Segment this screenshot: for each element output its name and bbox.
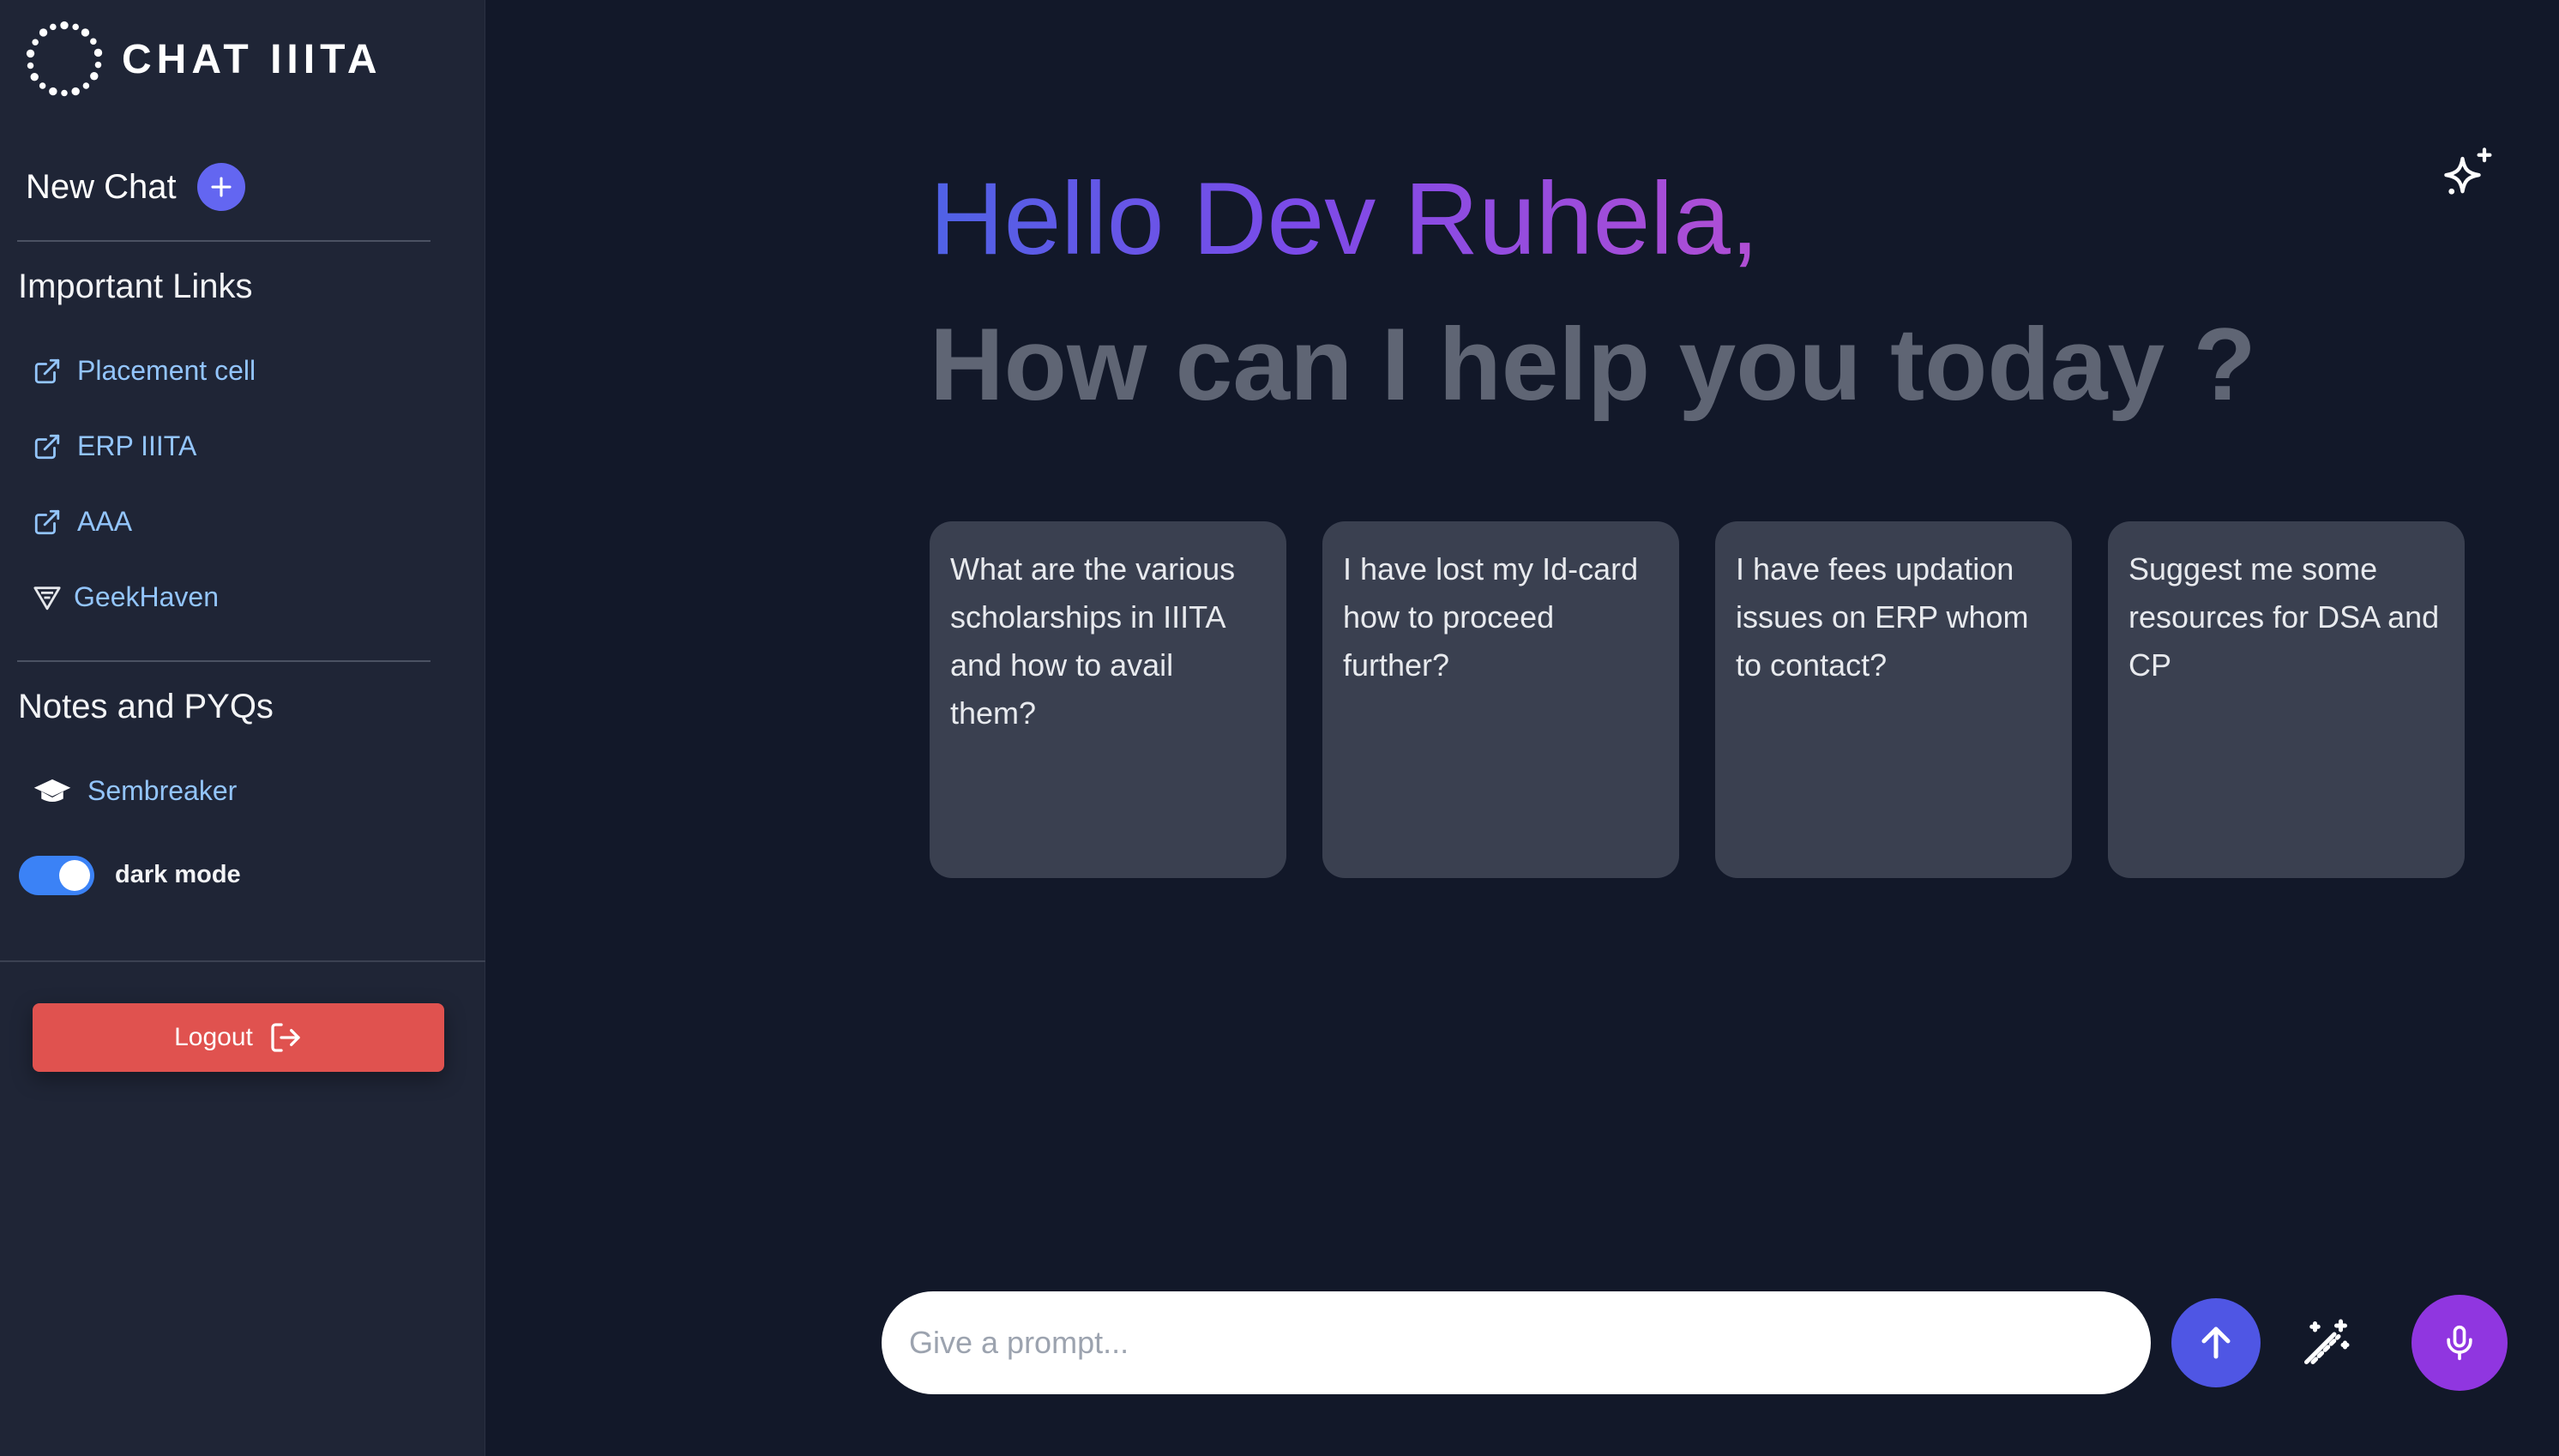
sidebar-divider [17, 660, 431, 662]
external-link-icon [34, 509, 60, 534]
mic-button[interactable] [2411, 1295, 2508, 1391]
link-placement-cell[interactable]: Placement cell [33, 355, 256, 387]
suggestion-card[interactable]: Suggest me some resources for DSA and CP [2108, 521, 2465, 878]
suggestion-text: Suggest me some resources for DSA and CP [2128, 551, 2440, 683]
plus-icon [211, 177, 232, 197]
logout-button[interactable]: Logout [33, 1003, 444, 1072]
external-link-icon [34, 358, 60, 383]
new-chat-button[interactable]: New Chat [26, 163, 245, 211]
subgreeting-heading: How can I help you today ? [930, 307, 2256, 422]
prompt-bar [882, 1291, 2151, 1394]
sidebar: CHAT IIITA New Chat Important Links Plac… [0, 0, 485, 1456]
dotted-ring-icon [26, 21, 103, 97]
suggestion-cards: What are the various scholarships in III… [930, 521, 2465, 878]
new-chat-label: New Chat [26, 167, 177, 206]
link-label: Sembreaker [87, 775, 238, 806]
microphone-icon [2447, 1325, 2472, 1361]
dark-mode-label: dark mode [115, 861, 241, 888]
dark-mode-toggle[interactable] [19, 856, 94, 895]
prompt-input[interactable] [909, 1325, 2151, 1361]
brand-logo[interactable]: CHAT IIITA [24, 19, 382, 99]
link-label: GeekHaven [74, 581, 219, 612]
sparkle-icon[interactable] [2441, 144, 2499, 202]
notes-title: Notes and PYQs [18, 688, 274, 725]
greeting-heading: Hello Dev Ruhela, [930, 161, 1760, 276]
sidebar-divider [17, 240, 431, 242]
link-erp-iiita[interactable]: ERP IIITA [33, 430, 196, 462]
send-button[interactable] [2171, 1298, 2261, 1387]
link-label: Placement cell [77, 355, 256, 386]
plus-button[interactable] [196, 163, 245, 211]
suggestion-card[interactable]: What are the various scholarships in III… [930, 521, 1286, 878]
brand-name: CHAT IIITA [122, 36, 382, 82]
suggestion-text: What are the various scholarships in III… [950, 551, 1236, 731]
toggle-knob [59, 860, 90, 891]
sidebar-divider [0, 960, 485, 962]
magic-wand-icon[interactable] [2300, 1317, 2351, 1369]
suggestion-card[interactable]: I have fees updation issues on ERP whom … [1715, 521, 2072, 878]
link-sembreaker[interactable]: Sembreaker [33, 775, 237, 807]
suggestion-text: I have fees updation issues on ERP whom … [1736, 551, 2029, 683]
logout-icon [271, 1023, 300, 1052]
link-label: AAA [77, 506, 133, 537]
arrow-up-icon [2201, 1327, 2231, 1359]
geekhaven-icon [33, 586, 61, 610]
suggestion-text: I have lost my Id-card how to proceed fu… [1343, 551, 1639, 683]
important-links-title: Important Links [18, 268, 253, 305]
link-geekhaven[interactable]: GeekHaven [33, 581, 219, 613]
logout-label: Logout [174, 1023, 253, 1051]
external-link-icon [34, 434, 60, 459]
link-aaa[interactable]: AAA [33, 506, 132, 538]
suggestion-card[interactable]: I have lost my Id-card how to proceed fu… [1322, 521, 1679, 878]
link-label: ERP IIITA [77, 430, 197, 461]
graduation-cap-icon [33, 779, 71, 802]
